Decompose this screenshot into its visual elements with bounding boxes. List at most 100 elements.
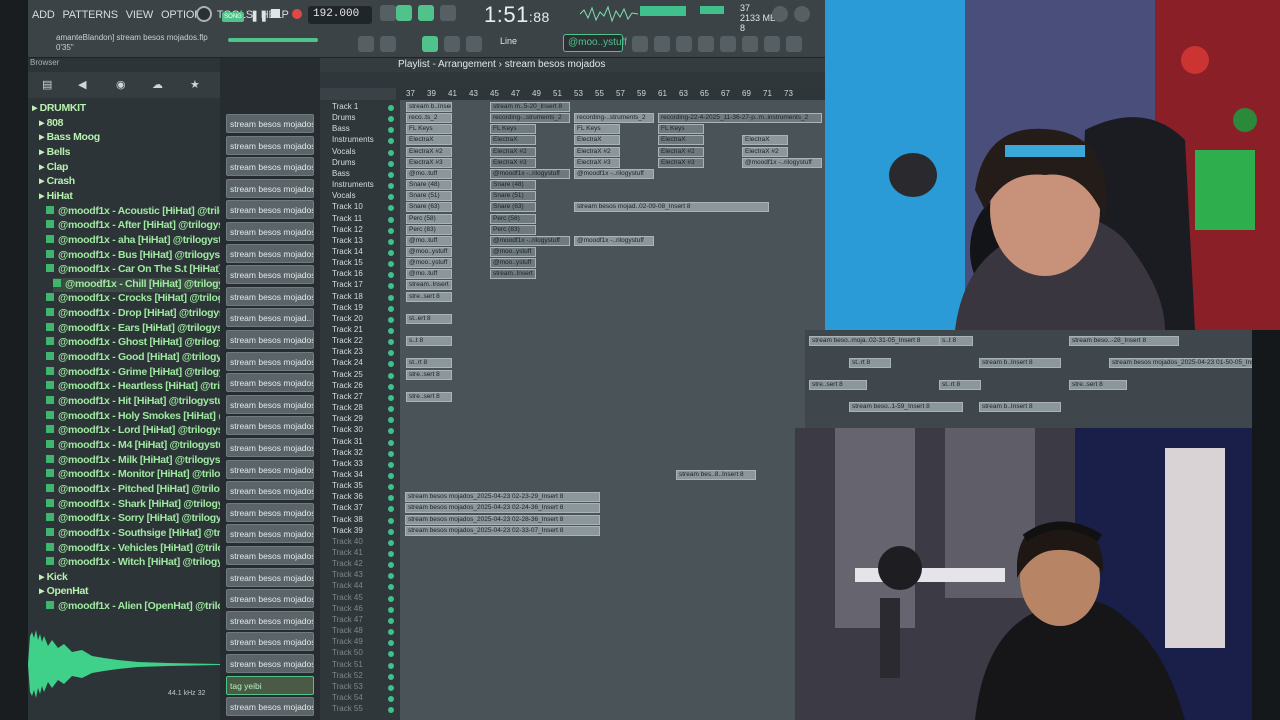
- track-mute-led[interactable]: [388, 662, 394, 669]
- master-pitch-slider[interactable]: [228, 38, 318, 42]
- track-mute-led[interactable]: [388, 105, 394, 111]
- playlist-clip[interactable]: ElectraX: [406, 135, 452, 146]
- browser-file[interactable]: @moodf1x - Milk [HiHat] @trilogystuff: [46, 454, 220, 468]
- piano-roll-icon[interactable]: [444, 36, 460, 52]
- menu-patterns[interactable]: PATTERNS: [62, 9, 118, 21]
- playlist-clip[interactable]: Snare (48): [490, 180, 536, 191]
- track-header[interactable]: Track 45: [332, 593, 363, 604]
- track-header[interactable]: Vocals: [332, 147, 356, 158]
- playlist-clip[interactable]: @mo..tuff: [406, 168, 452, 179]
- playlist-clip[interactable]: st..rt 8: [849, 358, 891, 368]
- browser-file[interactable]: @moodf1x - Vehicles [HiHat] @trilogystuf…: [46, 542, 220, 556]
- playlist-clip[interactable]: s..t 8: [406, 336, 452, 347]
- playlist-clip[interactable]: stream besos mojad..02-09-08_Insert 8: [574, 202, 769, 213]
- picker-clip[interactable]: stream besos mojados_2: [226, 459, 314, 479]
- track-header[interactable]: Track 1: [332, 102, 358, 113]
- picker-clip[interactable]: stream besos mojados_2: [226, 351, 314, 371]
- track-mute-led[interactable]: [388, 160, 394, 167]
- playlist-clip[interactable]: ElectraX #3: [406, 157, 452, 168]
- track-header[interactable]: Track 30: [332, 425, 363, 436]
- track-header[interactable]: Vocals: [332, 191, 356, 202]
- browser-folder[interactable]: ▸ OpenHat: [39, 585, 220, 599]
- track-mute-led[interactable]: [388, 528, 394, 535]
- track-header[interactable]: Track 46: [332, 604, 363, 615]
- browser-file[interactable]: @moodf1x - Pitched [HiHat] @trilogystuff: [46, 483, 220, 497]
- playlist-clip[interactable]: stre..sert 8: [406, 291, 452, 302]
- track-mute-led[interactable]: [388, 629, 394, 636]
- track-header[interactable]: Track 29: [332, 414, 363, 425]
- browser-file[interactable]: @moodf1x - Shark [HiHat] @trilogystuff: [46, 498, 220, 512]
- pencil-tool-icon[interactable]: [422, 36, 438, 52]
- picker-clip[interactable]: stream besos mojados_2: [226, 589, 314, 609]
- browser-folder[interactable]: ▸ Crash: [39, 175, 220, 189]
- track-header[interactable]: Track 23: [332, 347, 363, 358]
- picker-clip[interactable]: stream besos mojados_2: [226, 567, 314, 587]
- track-header[interactable]: Track 28: [332, 403, 363, 414]
- track-mute-led[interactable]: [388, 562, 394, 569]
- playlist-clip[interactable]: ElectraX #2: [742, 146, 788, 157]
- track-mute-led[interactable]: [388, 394, 394, 401]
- playlist-clip[interactable]: stream beso..-28_Insert 8: [1069, 336, 1179, 346]
- track-header[interactable]: Track 11: [332, 214, 362, 225]
- track-mute-led[interactable]: [388, 383, 394, 390]
- record-button[interactable]: [292, 9, 302, 19]
- picker-clip[interactable]: stream besos mojados_2: [226, 438, 314, 457]
- track-header[interactable]: Drums: [332, 158, 356, 169]
- track-mute-led[interactable]: [388, 684, 394, 691]
- track-header[interactable]: Track 12: [332, 225, 363, 236]
- master-volume-knob[interactable]: [196, 6, 212, 22]
- track-header[interactable]: Track 52: [332, 671, 363, 682]
- playlist-clip[interactable]: stream besos mojados_2025-04-23 02-23-29…: [405, 492, 600, 503]
- pattern-selector[interactable]: @moo..ystuff: [563, 34, 627, 52]
- track-mute-led[interactable]: [388, 640, 394, 647]
- playlist-clip[interactable]: ElectraX #2: [490, 146, 536, 157]
- track-header[interactable]: Track 27: [332, 392, 363, 403]
- playlist-clip[interactable]: stre..sert 8: [406, 369, 452, 380]
- track-mute-led[interactable]: [388, 472, 394, 479]
- track-mute-led[interactable]: [388, 238, 394, 245]
- browser-file[interactable]: @moodf1x - Ghost [HiHat] @trilogystuff: [46, 336, 220, 350]
- track-mute-led[interactable]: [388, 606, 394, 613]
- power-icon[interactable]: [794, 6, 810, 22]
- browser-file[interactable]: @moodf1x - Holy Smokes [HiHat] @trilogys…: [46, 410, 220, 424]
- track-header[interactable]: Track 53: [332, 682, 363, 693]
- playlist-clip[interactable]: ElectraX #2: [574, 146, 620, 157]
- picker-clip[interactable]: stream besos mojados_2: [226, 222, 314, 241]
- playlist-clip[interactable]: stre..sert 8: [1069, 380, 1127, 390]
- play-button[interactable]: ❚❚: [250, 9, 268, 22]
- playlist-clip[interactable]: Snare (63): [490, 202, 536, 213]
- playlist-clip[interactable]: Snare (48): [406, 180, 452, 191]
- picker-clip[interactable]: stream besos mojados_2: [226, 546, 314, 565]
- playlist-clip[interactable]: @moo..ystuff: [406, 258, 452, 269]
- track-mute-led[interactable]: [388, 361, 394, 368]
- playlist-clip[interactable]: FL Keys: [658, 124, 704, 135]
- picker-clip[interactable]: stream besos mojados_2: [226, 632, 314, 652]
- track-header[interactable]: Track 17: [332, 280, 363, 291]
- playlist-clip[interactable]: stream b..Insert 8: [979, 358, 1061, 368]
- picker-clip[interactable]: stream besos mojados_2: [226, 524, 314, 544]
- track-header[interactable]: Track 22: [332, 336, 363, 347]
- track-mute-led[interactable]: [388, 205, 394, 212]
- playlist-clip[interactable]: stre..sert 8: [406, 391, 452, 402]
- track-mute-led[interactable]: [388, 372, 394, 379]
- track-mute-led[interactable]: [388, 305, 394, 312]
- track-header[interactable]: Instruments: [332, 135, 374, 146]
- picker-clip[interactable]: stream besos mojados_2: [226, 114, 314, 133]
- playlist-clip[interactable]: stre..sert 8: [809, 380, 867, 390]
- track-mute-led[interactable]: [388, 194, 394, 201]
- tempo-tapper-icon[interactable]: [720, 36, 736, 52]
- picker-clip[interactable]: stream besos mojados_2: [226, 178, 314, 198]
- playlist-clip[interactable]: Perc (83): [406, 224, 452, 235]
- browser-file[interactable]: @moodf1x - Ears [HiHat] @trilogystuff: [46, 322, 220, 336]
- playlist-clip[interactable]: st..rt 8: [406, 358, 452, 369]
- refresh-icon[interactable]: [772, 6, 788, 22]
- playlist-clip[interactable]: recording-..struments_2: [574, 113, 654, 124]
- picker-clip[interactable]: stream besos mojados_2: [226, 243, 314, 263]
- browser-folder[interactable]: ▸ Kick: [39, 571, 220, 585]
- track-header[interactable]: Track 26: [332, 381, 363, 392]
- track-header[interactable]: Track 49: [332, 637, 363, 648]
- track-header[interactable]: Track 14: [332, 247, 363, 258]
- picker-clip[interactable]: stream besos mojad..: [226, 308, 314, 328]
- playlist-clip[interactable]: recording-..struments_2: [490, 113, 570, 124]
- track-header[interactable]: Track 24: [332, 358, 363, 369]
